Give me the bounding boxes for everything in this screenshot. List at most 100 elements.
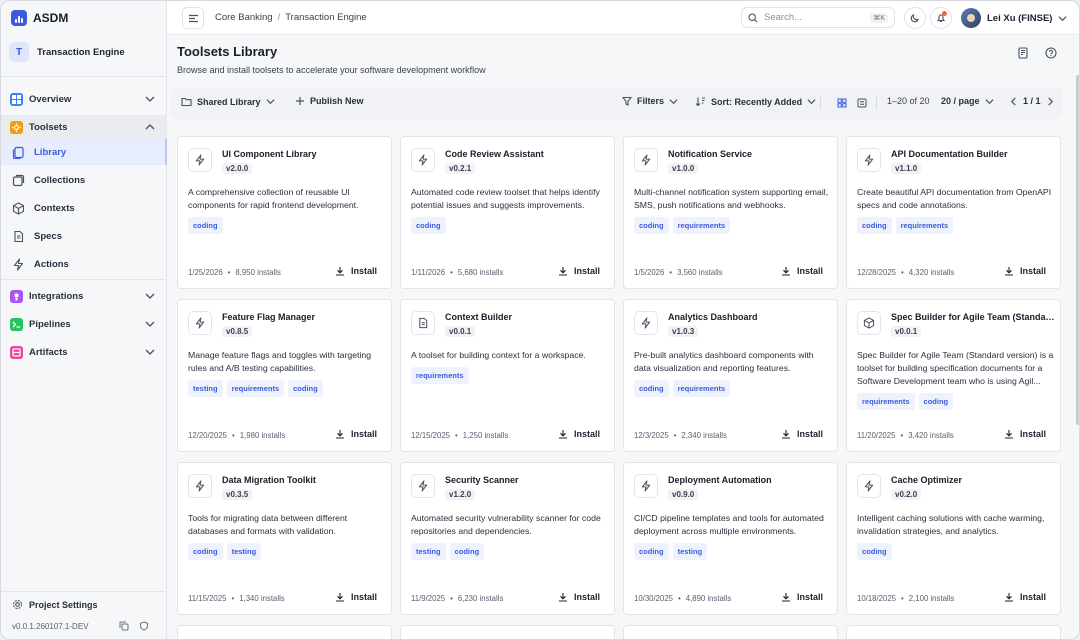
theme-toggle-button[interactable] [904, 7, 926, 29]
install-label: Install [350, 266, 377, 276]
nav-group-pipelines[interactable]: Pipelines [1, 312, 167, 336]
toolset-name: UI Component Library [222, 149, 317, 159]
toolset-card[interactable]: Context Builder v0.0.1 A toolset for bui… [400, 299, 615, 452]
chevron-left-icon[interactable] [1009, 96, 1018, 106]
shield-icon[interactable] [139, 621, 149, 631]
install-button[interactable]: Install [781, 266, 823, 276]
install-button[interactable]: Install [558, 266, 600, 276]
sidebar-item-contexts[interactable]: Contexts [1, 195, 167, 221]
toolset-meta: 12/15/2025 • 1,250 installs [411, 431, 509, 440]
nav-group-overview[interactable]: Overview [1, 87, 167, 111]
nav-group-integrations[interactable]: Integrations [1, 284, 167, 308]
sidebar-item-specs[interactable]: Specs [1, 223, 167, 249]
tag-testing[interactable]: testing [188, 380, 223, 397]
toolset-installs: 8,950 installs [235, 268, 281, 277]
tag-coding[interactable]: coding [918, 393, 954, 410]
tag-coding[interactable]: coding [288, 380, 323, 397]
toolset-card[interactable]: Code Review Assistant v0.2.1 Automated c… [400, 136, 615, 289]
tag-requirements[interactable]: requirements [226, 380, 285, 397]
user-menu[interactable]: Lei Xu (FINSE) [961, 8, 1067, 28]
toolset-date: 1/11/2026 [411, 268, 446, 277]
filters-dropdown[interactable]: Filters [622, 96, 678, 106]
sidebar-item-library[interactable]: Library [1, 139, 167, 165]
breadcrumb-item[interactable]: Core Banking [215, 12, 273, 23]
toolset-card[interactable]: Data Migration Toolkit v0.3.5 Tools for … [177, 462, 392, 615]
install-button[interactable]: Install [781, 592, 823, 602]
toolset-card[interactable] [846, 625, 1061, 639]
toolset-name: Security Scanner [445, 475, 519, 485]
toolset-card[interactable]: Notification Service v1.0.0 Multi-channe… [623, 136, 838, 289]
tag-coding[interactable]: coding [188, 217, 223, 234]
toolset-card[interactable]: Security Scanner v1.2.0 Automated securi… [400, 462, 615, 615]
toolset-date: 11/20/2025 [857, 431, 896, 440]
nav-group-toolsets[interactable]: Toolsets [1, 115, 167, 139]
nav-group-artifacts[interactable]: Artifacts [1, 340, 167, 364]
project-settings-link[interactable]: Project Settings [12, 599, 98, 610]
copy-icon[interactable] [119, 621, 129, 631]
toolset-card[interactable]: Deployment Automation v0.9.0 CI/CD pipel… [623, 462, 838, 615]
tag-requirements[interactable]: requirements [895, 217, 954, 234]
tag-requirements[interactable]: requirements [411, 367, 469, 384]
tag-coding[interactable]: coding [857, 543, 892, 560]
search-input[interactable]: Search... ⌘K [741, 7, 895, 28]
tag-requirements[interactable]: requirements [857, 393, 915, 410]
cube-icon [11, 201, 25, 215]
tag-coding[interactable]: coding [188, 543, 223, 560]
tag-coding[interactable]: coding [634, 543, 669, 560]
publish-new-button[interactable]: Publish New [295, 96, 364, 106]
scrollbar[interactable] [1076, 75, 1079, 425]
tag-requirements[interactable]: requirements [672, 380, 731, 397]
install-button[interactable]: Install [781, 429, 823, 439]
per-page-dropdown[interactable]: 20 / page [941, 96, 994, 106]
toolset-card[interactable] [623, 625, 838, 639]
install-button[interactable]: Install [335, 266, 377, 276]
breadcrumb-item[interactable]: Transaction Engine [285, 12, 367, 23]
toolset-card[interactable]: API Documentation Builder v1.1.0 Create … [846, 136, 1061, 289]
help-icon[interactable] [1045, 47, 1057, 59]
tag-requirements[interactable]: requirements [672, 217, 731, 234]
chevron-right-icon[interactable] [1046, 96, 1055, 106]
toolset-card[interactable] [177, 625, 392, 639]
install-button[interactable]: Install [1004, 266, 1046, 276]
shared-library-dropdown[interactable]: Shared Library [181, 96, 275, 107]
tag-coding[interactable]: coding [634, 380, 669, 397]
tag-testing[interactable]: testing [226, 543, 262, 560]
toolset-tags: requirements [411, 367, 608, 384]
brand[interactable]: ASDM [11, 10, 68, 26]
tag-coding[interactable]: coding [857, 217, 892, 234]
install-button[interactable]: Install [558, 592, 600, 602]
chevron-down-icon [807, 99, 816, 105]
book-icon[interactable] [1017, 47, 1029, 59]
install-button[interactable]: Install [558, 429, 600, 439]
chevron-down-icon [985, 98, 994, 104]
install-button[interactable]: Install [1004, 429, 1046, 439]
install-button[interactable]: Install [335, 592, 377, 602]
toolset-card[interactable]: Analytics Dashboard v1.0.3 Pre-built ana… [623, 299, 838, 452]
chevron-down-icon [145, 321, 155, 327]
tag-testing[interactable]: testing [411, 543, 446, 560]
overview-icon [10, 92, 23, 106]
sidebar-toggle-button[interactable] [182, 7, 204, 29]
toolset-card[interactable]: Feature Flag Manager v0.8.5 Manage featu… [177, 299, 392, 452]
toolset-description: CI/CD pipeline templates and tools for a… [634, 512, 831, 560]
list-view-button[interactable] [855, 96, 869, 110]
search-shortcut: ⌘K [870, 12, 888, 23]
toolset-card[interactable] [400, 625, 615, 639]
toolset-name: Code Review Assistant [445, 149, 544, 159]
tag-coding[interactable]: coding [634, 217, 669, 234]
tag-testing[interactable]: testing [672, 543, 708, 560]
toolset-card[interactable]: Spec Builder for Agile Team (Standard...… [846, 299, 1061, 452]
sidebar-item-actions[interactable]: Actions [1, 251, 167, 277]
sort-dropdown[interactable]: Sort: Recently Added [695, 96, 816, 107]
tag-coding[interactable]: coding [411, 217, 446, 234]
project-switcher[interactable]: T Transaction Engine [9, 42, 125, 62]
install-label: Install [796, 429, 823, 439]
sidebar-item-collections[interactable]: Collections [1, 167, 167, 193]
toolset-card[interactable]: UI Component Library v2.0.0 A comprehens… [177, 136, 392, 289]
notifications-button[interactable] [930, 7, 952, 29]
toolset-card[interactable]: Cache Optimizer v0.2.0 Intelligent cachi… [846, 462, 1061, 615]
install-button[interactable]: Install [1004, 592, 1046, 602]
install-button[interactable]: Install [335, 429, 377, 439]
grid-view-button[interactable] [835, 96, 849, 110]
tag-coding[interactable]: coding [449, 543, 485, 560]
